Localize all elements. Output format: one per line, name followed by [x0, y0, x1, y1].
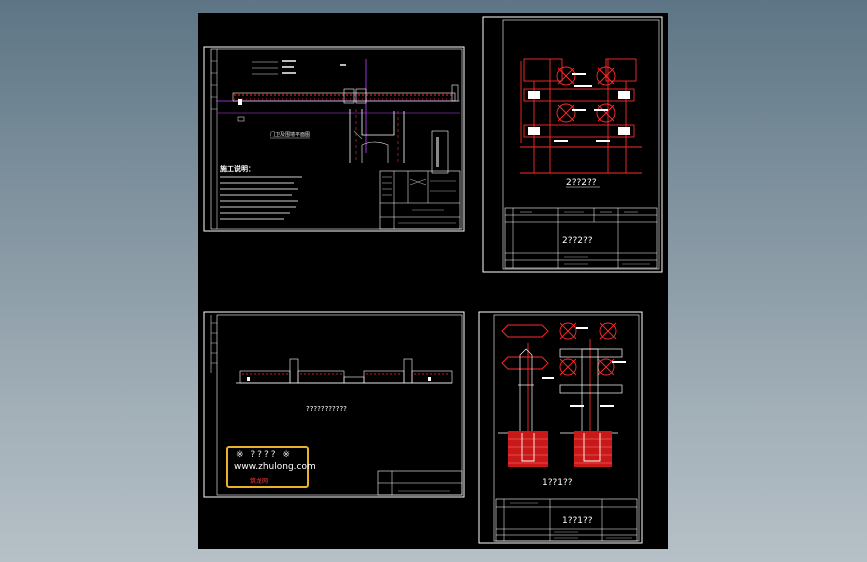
elevation-caption: ???????????: [306, 405, 347, 413]
titleblock-1-1-caption: 1??1??: [562, 516, 593, 526]
section-1-1-caption: 1??1??: [542, 478, 573, 488]
section-2-2-caption: 2??2??: [566, 178, 597, 188]
sheet-section-1-1: 1??1?? 1??1??: [478, 311, 643, 544]
watermark-logo: ※ ???? ※ www.zhulong.com 筑龙网: [226, 446, 316, 488]
notes-heading: 施工说明：: [220, 164, 255, 173]
watermark-line1: ※ ???? ※: [236, 450, 292, 460]
drawing-sheet-area[interactable]: 门卫及围墙平面图 施工说明： 2??2?? 2??2?? ???????????…: [198, 13, 668, 549]
titleblock-2-2-caption: 2??2??: [562, 236, 593, 246]
cad-viewport[interactable]: 门卫及围墙平面图 施工说明： 2??2?? 2??2?? ???????????…: [0, 0, 867, 562]
watermark-url: www.zhulong.com: [234, 462, 316, 472]
sheet-plan: 门卫及围墙平面图 施工说明：: [203, 46, 465, 232]
sheet-section-2-2: 2??2?? 2??2??: [482, 16, 663, 273]
plan-title: 门卫及围墙平面图: [270, 131, 310, 138]
watermark-brand: 筑龙网: [250, 478, 269, 485]
